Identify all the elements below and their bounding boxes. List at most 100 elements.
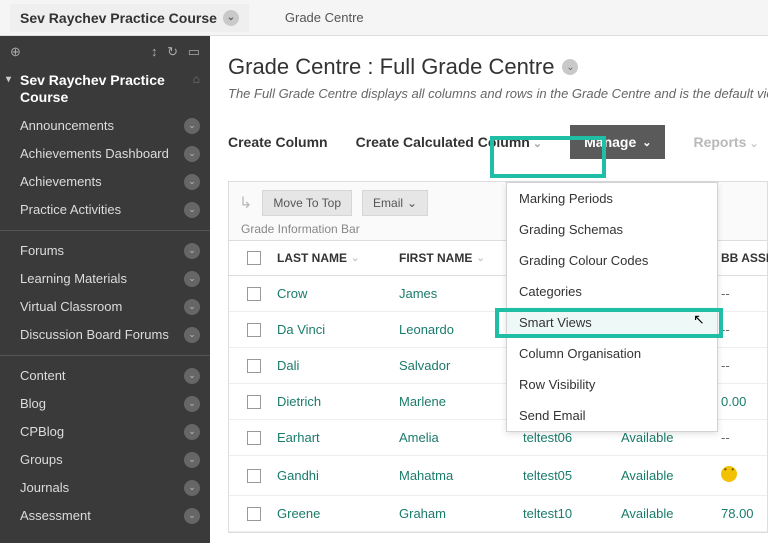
cell-first-name[interactable]: Leonardo (393, 312, 517, 347)
sidebar-item[interactable]: Virtual Classroom⌄ (0, 293, 210, 321)
chevron-down-icon: ⌄ (407, 196, 417, 210)
cell-last-name[interactable]: Crow (271, 276, 393, 311)
cell-first-name[interactable]: James (393, 276, 517, 311)
cell-availability[interactable]: Available (615, 458, 715, 493)
row-checkbox[interactable] (247, 395, 261, 409)
chevron-down-icon[interactable]: ⌄ (184, 299, 200, 315)
cell-availability[interactable]: Available (615, 496, 715, 531)
chevron-down-icon[interactable]: ⌄ (184, 452, 200, 468)
col-bb-assignment[interactable]: BB ASSIGNM… (715, 241, 768, 275)
cell-first-name[interactable]: Salvador (393, 348, 517, 383)
cell-last-name[interactable]: Da Vinci (271, 312, 393, 347)
cell-assignment[interactable]: 78.00 (715, 496, 768, 531)
create-column-button[interactable]: Create Column (228, 134, 328, 150)
course-title-chip[interactable]: Sev Raychev Practice Course ⌄ (10, 4, 249, 32)
manage-menu-item[interactable]: Row Visibility (507, 369, 717, 400)
cell-username[interactable]: teltest10 (517, 496, 615, 531)
chevron-down-icon[interactable]: ⌄ (184, 146, 200, 162)
cell-last-name[interactable]: Dietrich (271, 384, 393, 419)
sidebar-item[interactable]: Learning Materials⌄ (0, 265, 210, 293)
folder-icon[interactable]: ▭ (188, 44, 200, 59)
manage-menu-item[interactable]: Grading Colour Codes (507, 245, 717, 276)
sidebar-item[interactable]: Assessment⌄ (0, 502, 210, 530)
manage-menu-item[interactable]: Categories (507, 276, 717, 307)
cell-assignment[interactable]: -- (715, 348, 768, 383)
cell-assignment[interactable]: -- (715, 312, 768, 347)
manage-menu-item[interactable]: Marking Periods (507, 183, 717, 214)
table-row: GandhiMahatmateltest05Available (229, 456, 767, 496)
chevron-down-icon[interactable]: ⌄ (184, 174, 200, 190)
cell-last-name[interactable]: Gandhi (271, 458, 393, 493)
row-checkbox[interactable] (247, 507, 261, 521)
sidebar-item[interactable]: CPBlog⌄ (0, 418, 210, 446)
add-icon[interactable]: ⊕ (10, 44, 21, 60)
select-all-checkbox[interactable] (247, 251, 261, 265)
row-checkbox[interactable] (247, 469, 261, 483)
sidebar-item[interactable]: Groups⌄ (0, 446, 210, 474)
move-to-top-button[interactable]: Move To Top (262, 190, 352, 216)
course-sidebar: ⊕ ↕ ↻ ▭ Sev Raychev Practice Course ⌂ An… (0, 36, 210, 543)
chevron-down-icon[interactable]: ⌄ (184, 118, 200, 134)
smiley-icon (721, 466, 737, 482)
cell-assignment[interactable]: -- (715, 420, 768, 455)
sidebar-item[interactable]: Forums⌄ (0, 237, 210, 265)
manage-menu-item[interactable]: Grading Schemas (507, 214, 717, 245)
sidebar-item[interactable]: Discussion Board Forums⌄ (0, 321, 210, 349)
sidebar-course-heading[interactable]: Sev Raychev Practice Course (0, 66, 210, 112)
row-checkbox[interactable] (247, 287, 261, 301)
reorder-icon[interactable]: ↕ (151, 44, 158, 59)
top-breadcrumb-bar: Sev Raychev Practice Course ⌄ Grade Cent… (0, 0, 768, 36)
reports-button[interactable]: Reports (693, 134, 758, 150)
cell-last-name[interactable]: Greene (271, 496, 393, 531)
sidebar-item[interactable]: Practice Activities⌄ (0, 196, 210, 224)
cell-assignment[interactable] (715, 456, 768, 495)
manage-menu-item[interactable]: Send Email (507, 400, 717, 431)
row-checkbox[interactable] (247, 431, 261, 445)
chevron-down-icon[interactable]: ⌄ (184, 424, 200, 440)
chevron-down-icon[interactable]: ⌄ (184, 368, 200, 384)
chevron-down-icon[interactable]: ⌄ (184, 396, 200, 412)
sidebar-item[interactable]: Achievements⌄ (0, 168, 210, 196)
cell-first-name[interactable]: Graham (393, 496, 517, 531)
create-calculated-column-button[interactable]: Create Calculated Column (356, 134, 543, 150)
cell-assignment[interactable]: -- (715, 276, 768, 311)
chevron-down-icon[interactable]: ⌄ (184, 243, 200, 259)
manage-dropdown: Marking PeriodsGrading SchemasGrading Co… (506, 182, 718, 432)
chevron-down-icon[interactable]: ⌄ (184, 202, 200, 218)
sidebar-item[interactable]: Journals⌄ (0, 474, 210, 502)
cell-first-name[interactable]: Mahatma (393, 458, 517, 493)
chevron-down-icon[interactable]: ⌄ (184, 271, 200, 287)
chevron-down-icon: ⌄ (351, 253, 359, 264)
page-title: Grade Centre : Full Grade Centre ⌄ (228, 54, 768, 80)
manage-menu-item[interactable]: Smart Views↖ (507, 307, 717, 338)
col-last-name[interactable]: LAST NAME⌄ (271, 241, 393, 275)
cell-username[interactable]: teltest05 (517, 458, 615, 493)
manage-button[interactable]: Manage (570, 125, 665, 159)
row-checkbox[interactable] (247, 359, 261, 373)
chevron-down-icon[interactable]: ⌄ (184, 327, 200, 343)
chevron-down-icon[interactable]: ⌄ (223, 10, 239, 26)
refresh-icon[interactable]: ↻ (167, 44, 178, 59)
sidebar-item[interactable]: Content⌄ (0, 362, 210, 390)
chevron-down-icon[interactable]: ⌄ (184, 508, 200, 524)
breadcrumb-current: Grade Centre (285, 10, 364, 25)
col-first-name[interactable]: FIRST NAME⌄ (393, 241, 517, 275)
home-icon[interactable]: ⌂ (193, 72, 200, 86)
chevron-down-icon[interactable]: ⌄ (562, 59, 578, 75)
sidebar-item[interactable]: Announcements⌄ (0, 112, 210, 140)
sidebar-item[interactable]: Blog⌄ (0, 390, 210, 418)
cell-first-name[interactable]: Amelia (393, 420, 517, 455)
return-arrow-icon[interactable]: ↳ (239, 193, 252, 213)
chevron-down-icon[interactable]: ⌄ (184, 480, 200, 496)
action-bar: Create Column Create Calculated Column M… (228, 125, 768, 159)
row-checkbox[interactable] (247, 323, 261, 337)
manage-menu-item[interactable]: Column Organisation (507, 338, 717, 369)
cell-first-name[interactable]: Marlene (393, 384, 517, 419)
email-button[interactable]: Email⌄ (362, 190, 428, 216)
main-content: Grade Centre : Full Grade Centre ⌄ The F… (210, 36, 768, 543)
sidebar-item[interactable]: Achievements Dashboard⌄ (0, 140, 210, 168)
cell-assignment[interactable]: 0.00 (715, 384, 768, 419)
cell-last-name[interactable]: Dali (271, 348, 393, 383)
cell-last-name[interactable]: Earhart (271, 420, 393, 455)
course-title-text: Sev Raychev Practice Course (20, 10, 217, 26)
